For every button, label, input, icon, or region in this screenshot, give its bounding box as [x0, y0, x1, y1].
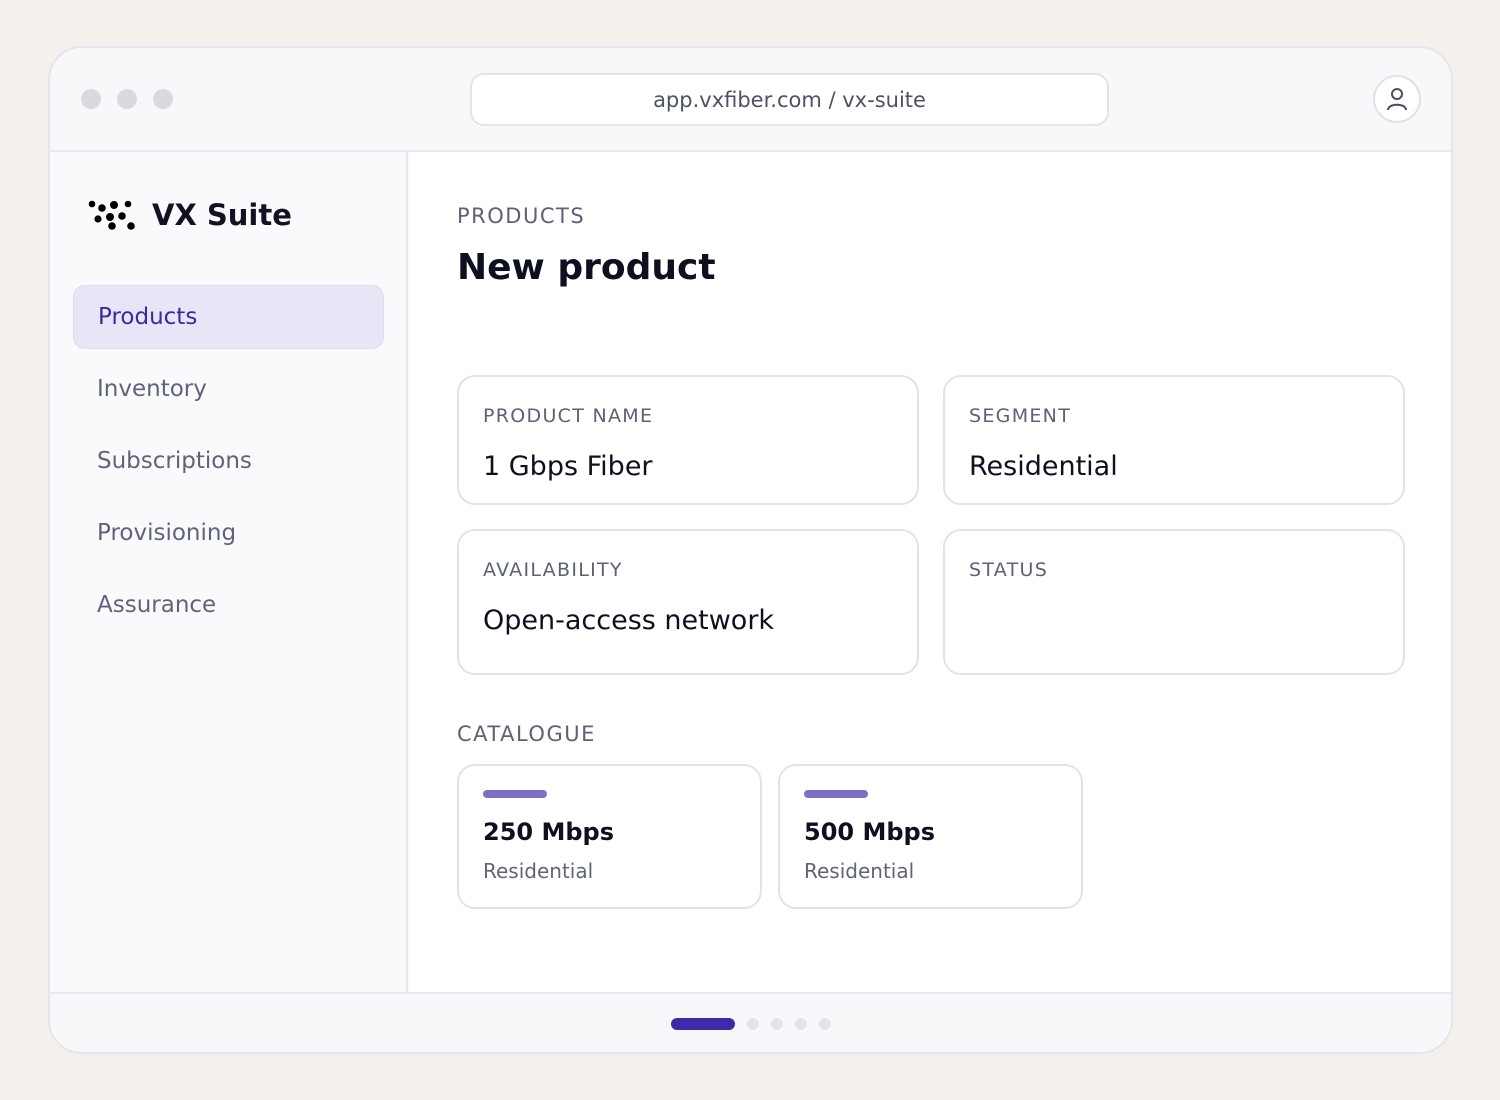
availability-label: AVAILABILITY	[483, 559, 623, 581]
user-avatar-button[interactable]	[1373, 75, 1421, 123]
sidebar-item-products[interactable]: Products	[73, 285, 384, 349]
segment-value: Residential	[969, 451, 1118, 482]
sidebar-item-label: Inventory	[97, 376, 207, 402]
pager-step-4[interactable]	[795, 1018, 807, 1030]
step-pager	[671, 1018, 831, 1030]
pager-step-3[interactable]	[771, 1018, 783, 1030]
segment-label: SEGMENT	[969, 405, 1072, 427]
address-bar[interactable]: app.vxfiber.com / vx-suite	[470, 73, 1109, 126]
brand-name: VX Suite	[152, 198, 292, 232]
footer-bar	[50, 992, 1451, 1052]
segment-field[interactable]: SEGMENT Residential	[943, 375, 1405, 505]
sidebar-item-inventory[interactable]: Inventory	[73, 357, 384, 421]
status-label: STATUS	[969, 559, 1049, 581]
product-name-value: 1 Gbps Fiber	[483, 451, 653, 482]
catalogue-card[interactable]: 500 Mbps Residential	[778, 764, 1083, 909]
sidebar-item-label: Assurance	[97, 592, 217, 618]
product-name-field[interactable]: PRODUCT NAME 1 Gbps Fiber	[457, 375, 919, 505]
catalogue-card[interactable]: 250 Mbps Residential	[457, 764, 762, 909]
address-text: app.vxfiber.com / vx-suite	[653, 87, 926, 112]
title-bar: app.vxfiber.com / vx-suite	[50, 48, 1451, 152]
catalogue-card-segment: Residential	[804, 859, 915, 883]
catalogue-heading: CATALOGUE	[457, 722, 596, 746]
close-window-dot[interactable]	[81, 89, 101, 109]
minimize-window-dot[interactable]	[117, 89, 137, 109]
catalogue-card-name: 250 Mbps	[483, 818, 614, 846]
sidebar-item-subscriptions[interactable]: Subscriptions	[73, 429, 384, 493]
sidebar-item-label: Products	[98, 304, 198, 330]
pager-step-2[interactable]	[747, 1018, 759, 1030]
card-accent-bar	[483, 790, 547, 798]
sidebar-item-label: Provisioning	[97, 520, 237, 546]
sidebar-item-label: Subscriptions	[97, 448, 252, 474]
pager-step-1-current[interactable]	[671, 1018, 735, 1030]
window-controls	[81, 89, 173, 109]
pager-step-5[interactable]	[819, 1018, 831, 1030]
catalogue-card-name: 500 Mbps	[804, 818, 935, 846]
vx-logo-icon	[88, 200, 135, 230]
sidebar-item-assurance[interactable]: Assurance	[73, 573, 384, 637]
user-icon	[1387, 88, 1407, 111]
sidebar: VX Suite Products Inventory Subscription…	[50, 152, 408, 992]
maximize-window-dot[interactable]	[153, 89, 173, 109]
availability-field[interactable]: AVAILABILITY Open-access network	[457, 529, 919, 675]
breadcrumb: PRODUCTS	[457, 204, 586, 228]
catalogue-card-segment: Residential	[483, 859, 594, 883]
page-title: New product	[457, 247, 716, 288]
product-name-label: PRODUCT NAME	[483, 405, 654, 427]
card-accent-bar	[804, 790, 868, 798]
app-window: app.vxfiber.com / vx-suite VX Suite Prod…	[48, 46, 1453, 1054]
sidebar-nav: Products Inventory Subscriptions Provisi…	[73, 285, 384, 645]
sidebar-item-provisioning[interactable]: Provisioning	[73, 501, 384, 565]
availability-value: Open-access network	[483, 605, 775, 636]
main-content: PRODUCTS New product PRODUCT NAME 1 Gbps…	[410, 152, 1451, 992]
brand-logo[interactable]: VX Suite	[88, 198, 292, 232]
status-field[interactable]: STATUS	[943, 529, 1405, 675]
